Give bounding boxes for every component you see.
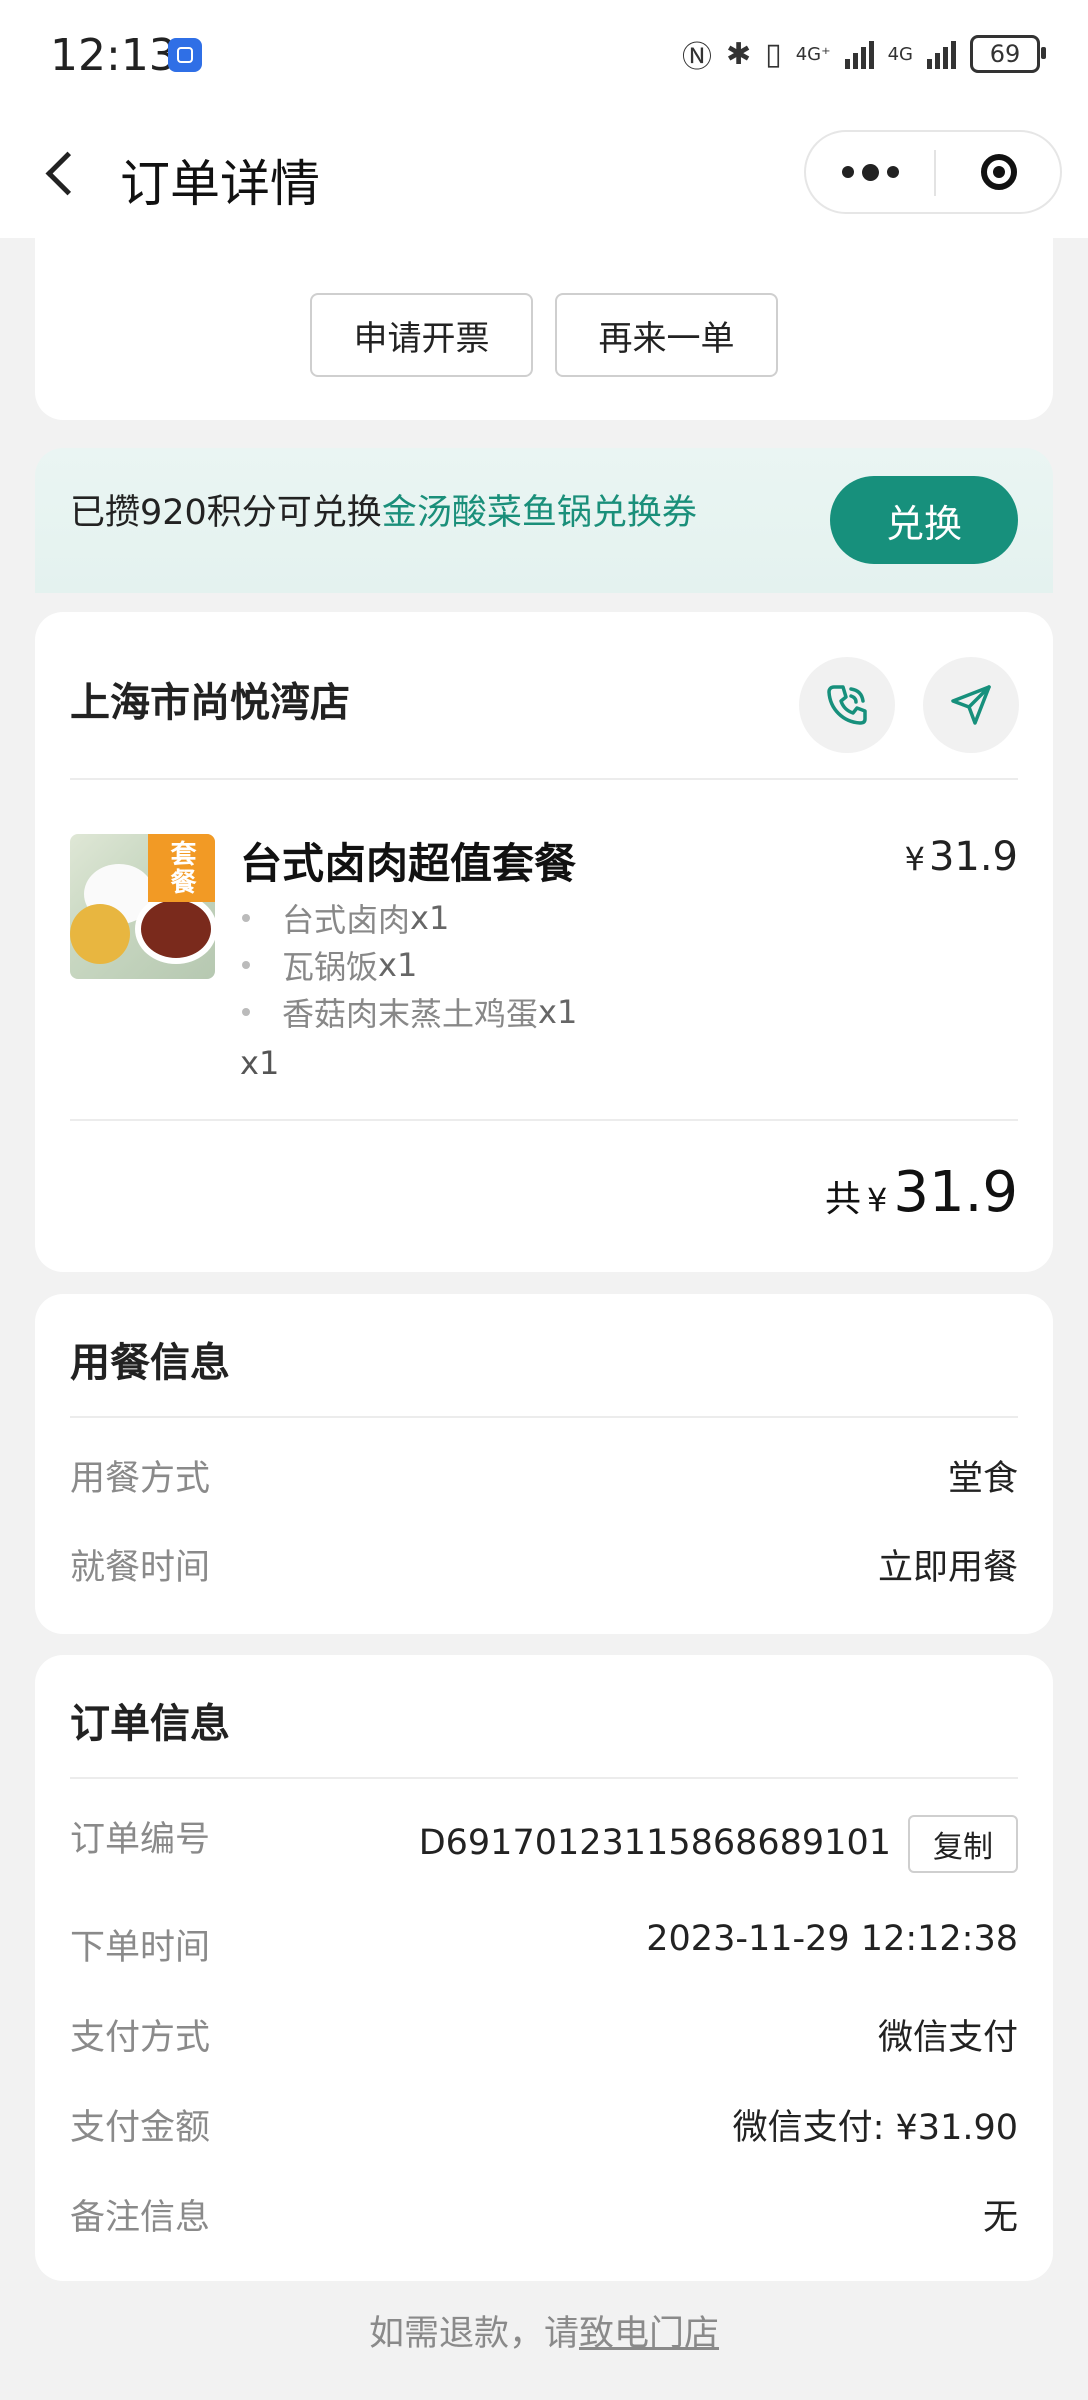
order-actions-card: 申请开票 再来一单 <box>35 220 1053 420</box>
divider <box>70 1416 1018 1418</box>
target-close-icon[interactable] <box>936 132 1062 212</box>
dining-time-value: 立即用餐 <box>877 1548 1018 1588</box>
redeem-button[interactable]: 兑换 <box>830 476 1018 564</box>
section-title: 订单信息 <box>70 1701 230 1747</box>
total-amount: 31.9 <box>893 1160 1018 1225</box>
item-price-value: 31.9 <box>928 834 1018 880</box>
points-text: 已攒920积分可兑换金汤酸菜鱼锅兑换券 <box>70 484 697 535</box>
divider <box>70 1777 1018 1779</box>
dining-time-label: 就餐时间 <box>70 1548 211 1588</box>
remark-label: 备注信息 <box>70 2198 211 2238</box>
refund-note: 如需退款，请致电门店 <box>0 2305 1088 2356</box>
reorder-button[interactable]: 再来一单 <box>555 293 778 377</box>
call-store-link[interactable]: 致电门店 <box>579 2314 719 2354</box>
points-prefix: 已攒920积分可兑换 <box>70 493 382 533</box>
braised-pork-illustration <box>135 894 215 964</box>
points-banner: 已攒920积分可兑换金汤酸菜鱼锅兑换券 兑换 <box>35 448 1053 593</box>
item-name: 台式卤肉超值套餐 <box>240 839 577 888</box>
signal-icon <box>844 39 874 69</box>
network-label-1: 4G⁺ <box>795 43 831 65</box>
component-qty: x1 <box>410 898 450 937</box>
order-total: 共 ¥ 31.9 <box>825 1160 1018 1225</box>
vibrate-icon: ▯ <box>765 36 782 72</box>
nav-bar: 订单详情 <box>0 110 1088 238</box>
divider <box>70 778 1018 780</box>
component-qty: x1 <box>538 992 578 1031</box>
refund-prefix: 如需退款，请 <box>368 2314 579 2354</box>
phone-icon[interactable] <box>799 657 895 753</box>
payment-method-value: 微信支付 <box>877 2018 1018 2058</box>
remark-value: 无 <box>982 2198 1018 2238</box>
status-time: 12:13 <box>50 30 177 81</box>
component-qty: x1 <box>378 945 418 984</box>
copy-button[interactable]: 复制 <box>908 1815 1018 1873</box>
dining-info-card: 用餐信息 用餐方式 堂食 就餐时间 立即用餐 <box>35 1294 1053 1634</box>
app-notification-icon <box>168 38 202 72</box>
combo-components: 台式卤肉 x1 瓦锅饭 x1 香菇肉末蒸土鸡蛋 x1 <box>240 894 577 1035</box>
back-arrow-icon[interactable] <box>40 144 80 204</box>
combo-tag: 套餐 <box>148 834 215 902</box>
component-name: 台式卤肉 <box>282 900 411 939</box>
dining-mode-value: 堂食 <box>947 1459 1018 1499</box>
currency-symbol: ¥ <box>866 1181 888 1219</box>
total-label: 共 <box>824 1179 861 1220</box>
signal-icon <box>927 39 956 69</box>
invoice-button[interactable]: 申请开票 <box>310 293 533 377</box>
order-items-card: 上海市尚悦湾店 套餐 台式卤肉超值套餐 ¥31.9 台式卤肉 x1 瓦锅饭 x1 香… <box>35 612 1053 1272</box>
list-item: 台式卤肉 x1 <box>240 894 577 941</box>
order-no-value: D69170123115868689101 <box>418 1823 891 1863</box>
payment-amount-label: 支付金额 <box>70 2108 211 2148</box>
dining-mode-label: 用餐方式 <box>70 1459 211 1499</box>
network-label-2: 4G <box>887 43 913 65</box>
order-time-label: 下单时间 <box>70 1928 211 1968</box>
points-reward-name: 金汤酸菜鱼锅兑换券 <box>381 493 697 533</box>
list-item: 香菇肉末蒸土鸡蛋 x1 <box>240 988 577 1035</box>
currency-symbol: ¥ <box>904 840 925 878</box>
order-no-label: 订单编号 <box>70 1820 211 1860</box>
status-bar: 12:13 Ⓝ ✱ ▯ 4G⁺ 4G 69 <box>0 0 1088 110</box>
order-info-card: 订单信息 订单编号 D69170123115868689101 复制 下单时间 … <box>35 1655 1053 2281</box>
payment-method-label: 支付方式 <box>70 2018 211 2058</box>
divider <box>70 1119 1018 1121</box>
egg-dish-illustration <box>70 904 130 964</box>
page-title: 订单详情 <box>120 155 320 213</box>
order-time-value: 2023-11-29 12:12:38 <box>646 1919 1018 1959</box>
component-name: 香菇肉末蒸土鸡蛋 <box>282 994 539 1033</box>
battery-level: 69 <box>989 40 1021 68</box>
item-price: ¥31.9 <box>905 834 1018 880</box>
nfc-icon: Ⓝ <box>682 40 713 75</box>
payment-amount-value: 微信支付: ¥31.90 <box>732 2108 1018 2148</box>
status-icons: Ⓝ ✱ ▯ 4G⁺ 4G 69 <box>682 34 1046 75</box>
meal-image: 套餐 <box>70 834 215 979</box>
bluetooth-icon: ✱ <box>726 36 752 72</box>
list-item: 瓦锅饭 x1 <box>240 941 577 988</box>
section-title: 用餐信息 <box>70 1340 230 1386</box>
navigate-arrow-icon[interactable] <box>923 657 1019 753</box>
battery-icon: 69 <box>970 35 1046 73</box>
component-name: 瓦锅饭 <box>282 947 379 986</box>
store-name: 上海市尚悦湾店 <box>70 680 350 726</box>
mini-program-capsule <box>804 130 1062 214</box>
more-dots-icon[interactable] <box>806 132 934 212</box>
item-quantity: x1 <box>240 1044 280 1082</box>
